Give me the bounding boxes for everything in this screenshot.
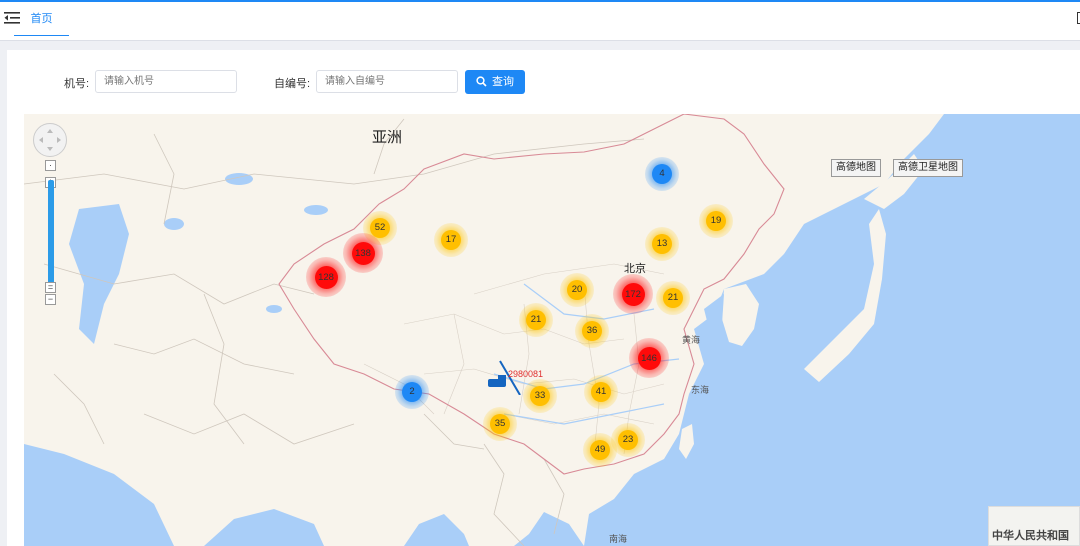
machine-label: 机号: — [64, 78, 90, 90]
map-pan-control[interactable] — [33, 123, 67, 157]
cluster-count: 13 — [652, 234, 672, 254]
machine-input[interactable] — [95, 70, 237, 93]
cluster-count: 21 — [526, 310, 546, 330]
cluster-marker[interactable]: 21 — [519, 303, 553, 337]
query-button[interactable]: 查询 — [465, 70, 525, 94]
cluster-marker[interactable]: 20 — [560, 273, 594, 307]
cluster-count: 17 — [441, 230, 461, 250]
map-basemap — [24, 114, 944, 546]
zoom-reset-button[interactable]: · — [45, 160, 56, 171]
cluster-marker[interactable]: 21 — [656, 281, 690, 315]
cluster-count: 35 — [490, 414, 510, 434]
cluster-marker[interactable]: 13 — [645, 227, 679, 261]
country-stamp: 中华人民共和国 — [988, 506, 1080, 546]
cluster-count: 36 — [582, 321, 602, 341]
amap-standard-button[interactable]: 高德地图 — [831, 159, 881, 177]
cluster-marker[interactable]: 35 — [483, 407, 517, 441]
cluster-marker[interactable]: 41 — [584, 375, 618, 409]
cluster-count: 172 — [621, 282, 645, 306]
cluster-marker[interactable]: 2 — [395, 375, 429, 409]
cluster-count: 4 — [652, 164, 672, 184]
cluster-count: 128 — [314, 265, 338, 289]
cluster-count: 21 — [663, 288, 683, 308]
search-icon — [476, 76, 487, 87]
cluster-marker[interactable]: 146 — [629, 338, 669, 378]
cluster-marker[interactable]: 36 — [575, 314, 609, 348]
cluster-count: 23 — [618, 430, 638, 450]
cluster-count: 2 — [402, 382, 422, 402]
cluster-marker[interactable]: 4 — [645, 157, 679, 191]
cluster-count: 33 — [530, 386, 550, 406]
cluster-count: 19 — [706, 211, 726, 231]
cluster-marker[interactable]: 138 — [343, 233, 383, 273]
query-button-label: 查询 — [492, 76, 514, 88]
country-stamp-text: 中华人民共和国 — [992, 530, 1069, 542]
cluster-count: 41 — [591, 382, 611, 402]
sea-label-yellow: 黄海 — [682, 335, 701, 345]
zoom-slider-track[interactable] — [48, 180, 54, 288]
amap-satellite-button[interactable]: 高德卫星地图 — [893, 159, 963, 177]
pan-arrows-icon — [39, 129, 61, 151]
cluster-marker[interactable]: 49 — [583, 433, 617, 467]
cluster-marker[interactable]: 19 — [699, 204, 733, 238]
cluster-count: 49 — [590, 440, 610, 460]
selfcode-label: 自编号: — [274, 78, 311, 90]
header-bar: 首页 — [0, 2, 1080, 41]
sea-label-east: 东海 — [691, 385, 710, 395]
sea-label-south: 南海 — [609, 534, 628, 544]
map-view[interactable]: 亚洲 北京 黄海 东海 南海 · + = − 高德地图 高德卫星地图 29800… — [24, 114, 1080, 546]
cluster-marker[interactable]: 17 — [434, 223, 468, 257]
region-title: 亚洲 — [372, 129, 403, 146]
cluster-marker[interactable]: 128 — [306, 257, 346, 297]
device-id-label: 2980081 — [508, 369, 544, 379]
cluster-count: 20 — [567, 280, 587, 300]
cluster-marker[interactable]: 172 — [613, 274, 653, 314]
cluster-marker[interactable]: 33 — [523, 379, 557, 413]
selfcode-input[interactable] — [316, 70, 458, 93]
zoom-out-button[interactable]: − — [45, 294, 56, 305]
tab-home[interactable]: 首页 — [14, 4, 69, 36]
zoom-slider-handle[interactable]: = — [45, 282, 56, 293]
cluster-count: 146 — [637, 346, 661, 370]
cluster-count: 138 — [351, 241, 375, 265]
